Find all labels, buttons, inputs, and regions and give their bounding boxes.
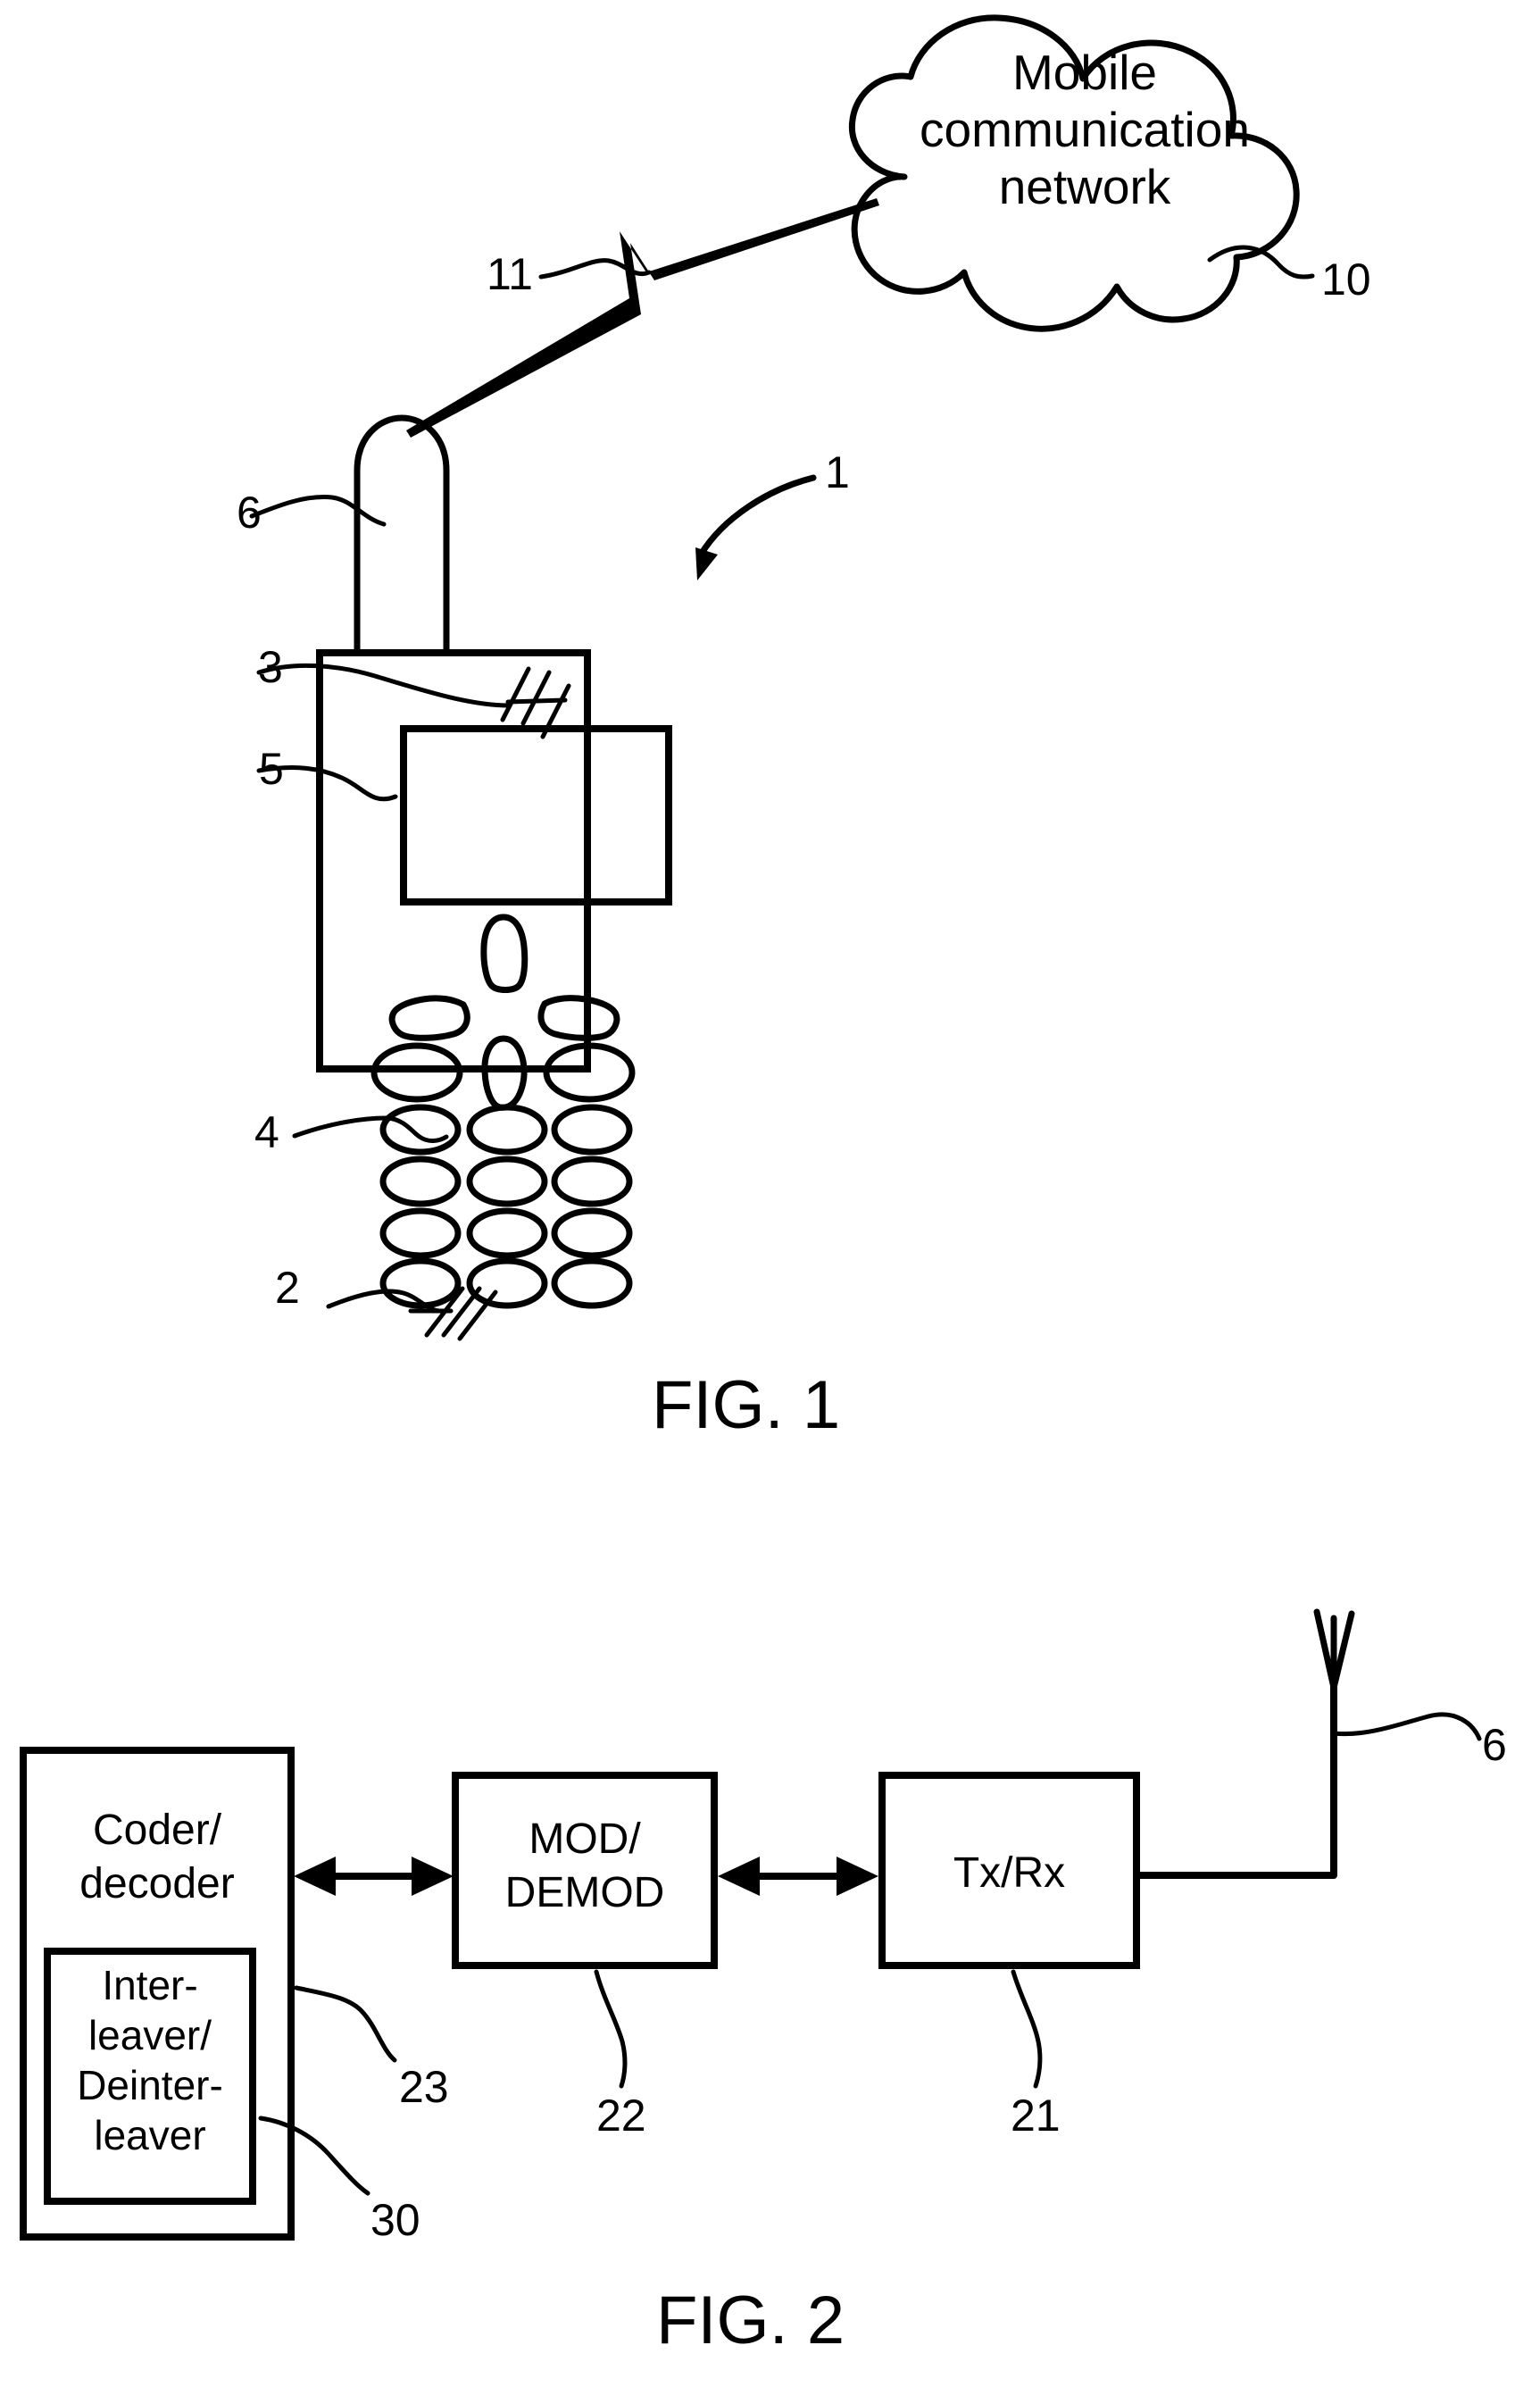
tx-rx-label-line1: Tx/Rx	[953, 1849, 1066, 1897]
figure-1-caption: FIG. 1	[652, 1367, 841, 1443]
cloud-label-line1: Mobile	[1011, 45, 1158, 100]
figure-2-caption: FIG. 2	[656, 2283, 845, 2358]
leader-line-6-fig1	[249, 495, 387, 527]
leader-line-6-fig2	[1331, 1712, 1482, 1741]
keypad-key	[551, 1207, 633, 1259]
reference-numeral-4: 4	[254, 1107, 279, 1157]
keypad-key	[551, 1104, 633, 1156]
reference-numeral-6-fig1: 6	[237, 488, 262, 538]
reference-numeral-1: 1	[825, 447, 850, 497]
reference-numeral-2: 2	[275, 1263, 300, 1313]
interleaver-label-line4: leaver	[94, 2112, 206, 2159]
interleaver-label-line1: Inter-	[102, 1962, 198, 2008]
antenna-feed-line	[1133, 1666, 1337, 1879]
keypad-key	[379, 1156, 462, 1207]
navigation-keypad-cross[interactable]	[388, 914, 620, 1111]
reference-numeral-21: 21	[1011, 2091, 1061, 2141]
keypad-key	[379, 1257, 462, 1309]
leader-line-4	[292, 1115, 449, 1143]
interleaver-label-line3: Deinter-	[77, 2062, 223, 2109]
leader-line-3	[256, 663, 512, 708]
keypad-key	[466, 1104, 548, 1156]
interleaver-label: Inter- leaver/ Deinter- leaver	[47, 1960, 253, 2160]
keypad-key	[379, 1207, 462, 1259]
cloud-label-line3: network	[998, 158, 1171, 214]
handset-display	[400, 725, 672, 906]
figure-1-group	[249, 14, 1315, 1341]
keypad-key	[379, 1104, 462, 1156]
device-pointer-arrow-shaft	[697, 474, 817, 558]
keypad-key	[466, 1207, 548, 1259]
keypad-key	[466, 1156, 548, 1207]
antenna-symbol	[1313, 1608, 1355, 1705]
arrow-coder-to-mod	[294, 1857, 454, 1896]
reference-numeral-23: 23	[399, 2062, 449, 2112]
reference-numeral-11: 11	[487, 249, 533, 299]
reference-numeral-5: 5	[259, 744, 284, 794]
mod-demod-label: MOD/ DEMOD	[455, 1813, 714, 1920]
keypad-key	[466, 1257, 548, 1309]
leader-line-22	[594, 1969, 628, 2089]
keypad-key	[551, 1257, 633, 1309]
interleaver-label-line2: leaver/	[87, 2012, 212, 2059]
leader-line-21	[1011, 1969, 1043, 2089]
patent-drawing-page: Mobile communication network 10 11 1 6 3…	[0, 0, 1540, 2387]
cloud-label: Mobile communication network	[857, 45, 1312, 215]
arrow-mod-to-txrx	[718, 1857, 878, 1896]
handset-antenna	[354, 414, 450, 655]
reference-numeral-3: 3	[258, 642, 283, 692]
coder-decoder-label-line2: decoder	[79, 1860, 235, 1907]
reference-numeral-22: 22	[596, 2091, 646, 2141]
coder-decoder-label: Coder/ decoder	[23, 1804, 291, 1911]
tx-rx-label: Tx/Rx	[882, 1847, 1136, 1900]
keypad-key	[551, 1156, 633, 1207]
cloud-label-line2: communication	[920, 101, 1250, 157]
radio-link-bolt	[406, 198, 879, 438]
handset-body	[316, 649, 591, 1072]
leader-line-23	[294, 1985, 397, 2063]
device-pointer-arrow-head	[695, 547, 718, 580]
coder-decoder-label-line1: Coder/	[92, 1807, 222, 1854]
reference-numeral-30: 30	[370, 2195, 420, 2245]
leader-line-10	[1207, 245, 1315, 280]
reference-numeral-6-fig2: 6	[1482, 1720, 1507, 1770]
mod-demod-label-line1: MOD/	[529, 1815, 641, 1863]
mod-demod-label-line2: DEMOD	[504, 1869, 665, 1916]
leader-line-30	[258, 2116, 370, 2196]
reference-numeral-10: 10	[1321, 255, 1371, 305]
